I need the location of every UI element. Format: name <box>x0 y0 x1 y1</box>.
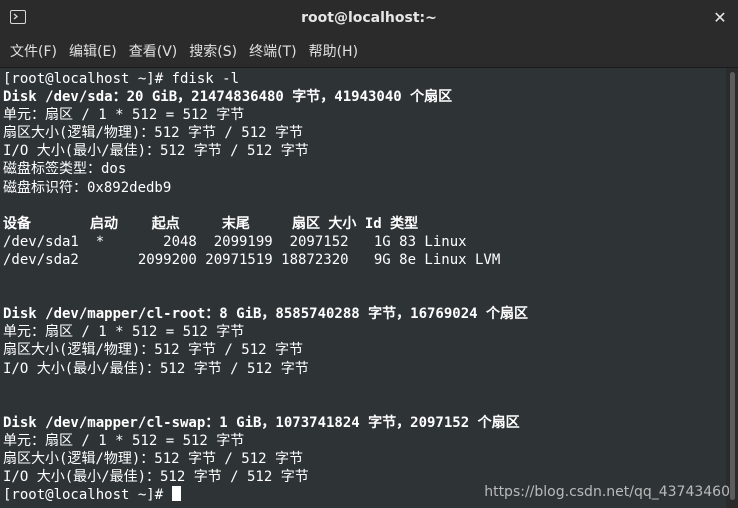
terminal-line: 单元：扇区 / 1 * 512 = 512 字节 <box>3 324 245 341</box>
terminal-line: Disk /dev/mapper/cl-swap：1 GiB，107374182… <box>3 414 520 431</box>
menu-item[interactable]: 搜索(S) <box>183 36 243 68</box>
terminal-line: [root@localhost ~]# fdisk -l <box>3 71 240 87</box>
terminal-line: 单元：扇区 / 1 * 512 = 512 字节 <box>3 432 245 449</box>
menu-item[interactable]: 终端(T) <box>243 36 302 68</box>
terminal-line: 单元：扇区 / 1 * 512 = 512 字节 <box>3 107 245 124</box>
terminal-line: I/O 大小(最小/最佳)：512 字节 / 512 字节 <box>3 360 309 377</box>
window-title: root@localhost:~ <box>301 10 437 26</box>
scrollbar-thumb[interactable] <box>730 72 735 500</box>
terminal-line: I/O 大小(最小/最佳)：512 字节 / 512 字节 <box>3 143 309 160</box>
menu-item[interactable]: 编辑(E) <box>63 36 123 68</box>
terminal-line: Disk /dev/sda：20 GiB，21474836480 字节，4194… <box>3 89 453 106</box>
terminal-line: /dev/sda1 * 2048 2099199 2097152 1G 83 L… <box>3 233 467 250</box>
terminal-line: Disk /dev/mapper/cl-root：8 GiB，858574028… <box>3 306 529 323</box>
terminal-line: /dev/sda2 2099200 20971519 18872320 9G 8… <box>3 251 501 268</box>
terminal-line: 设备 启动 起点 末尾 扇区 大小 Id 类型 <box>3 215 419 232</box>
menu-item[interactable]: 查看(V) <box>123 36 184 68</box>
text-cursor <box>171 486 181 502</box>
prompt-text: [root@localhost ~]# <box>3 487 172 504</box>
terminal-icon <box>10 10 26 24</box>
menu-item[interactable]: 帮助(H) <box>303 36 364 68</box>
menu-item[interactable]: 文件(F) <box>4 36 63 68</box>
terminal-line: 扇区大小(逻辑/物理)：512 字节 / 512 字节 <box>3 450 304 467</box>
terminal-line: 扇区大小(逻辑/物理)：512 字节 / 512 字节 <box>3 342 304 359</box>
close-icon[interactable]: ✕ <box>710 8 730 28</box>
title-bar: root@localhost:~ ✕ <box>0 0 738 36</box>
scrollbar[interactable] <box>726 68 738 508</box>
watermark: https://blog.csdn.net/qq_43743460 <box>484 484 730 500</box>
terminal-window: root@localhost:~ ✕ 文件(F) 编辑(E) 查看(V) 搜索(S) 终… <box>0 0 738 508</box>
terminal-line: 扇区大小(逻辑/物理)：512 字节 / 512 字节 <box>3 125 304 142</box>
terminal-output[interactable]: [root@localhost ~]# fdisk -l Disk /dev/sd… <box>0 68 726 508</box>
terminal-line: 磁盘标签类型：dos <box>3 161 127 178</box>
menu-bar: 文件(F) 编辑(E) 查看(V) 搜索(S) 终端(T) 帮助(H) <box>0 36 738 68</box>
terminal-line: 磁盘标识符：0x892dedb9 <box>3 179 172 196</box>
